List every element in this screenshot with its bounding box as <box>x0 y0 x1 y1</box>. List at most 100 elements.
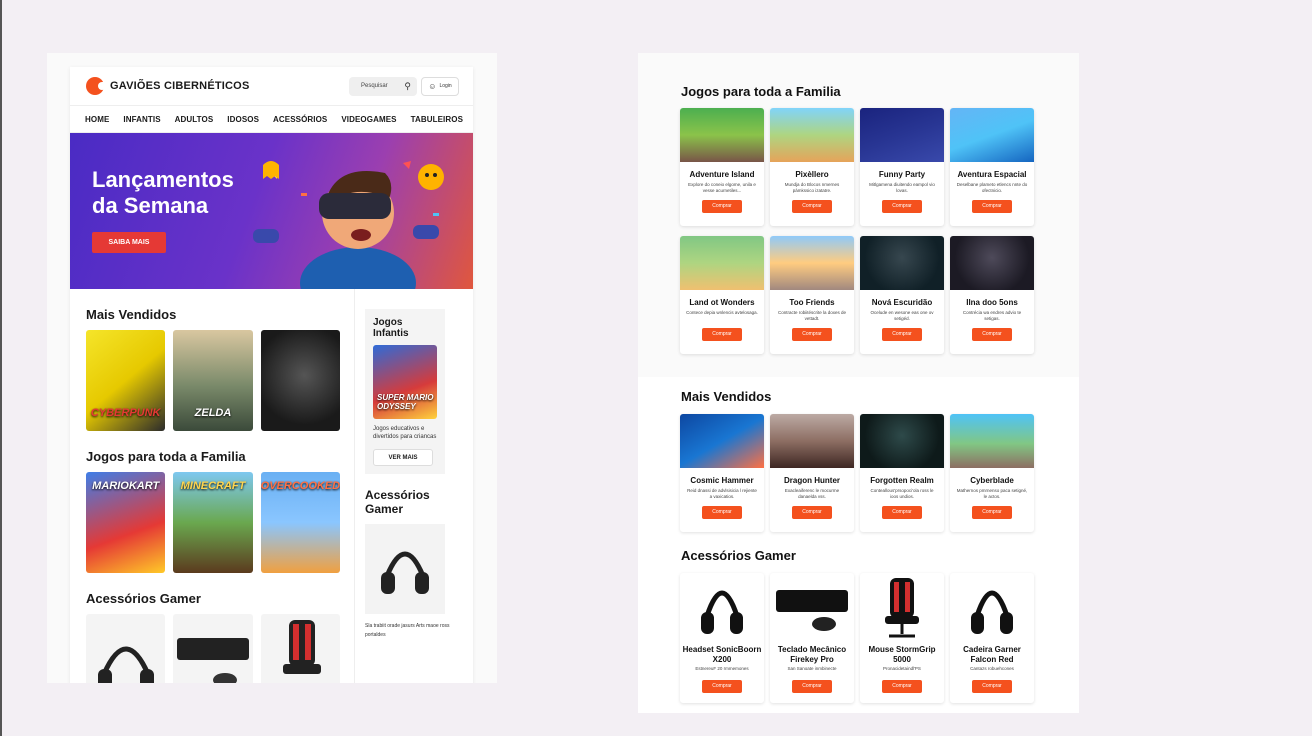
buy-button[interactable]: Comprar <box>792 506 832 519</box>
nav-item-idosos[interactable]: IDOSOS <box>227 115 259 124</box>
sidebar: Jogos Infantis SUPER MARIO ODYSSEY Jogos… <box>354 289 458 683</box>
buy-button[interactable]: Comprar <box>702 200 742 213</box>
buy-button[interactable]: Comprar <box>882 680 922 693</box>
product-name: Land ot Wonders <box>689 298 755 307</box>
mario-odyssey-image[interactable]: SUPER MARIO ODYSSEY <box>373 345 437 419</box>
product-image <box>860 236 944 290</box>
product-desc: EstnereuF 20 rmmemones <box>695 666 749 671</box>
saiba-mais-button[interactable]: SAIBA MAIS <box>92 232 166 253</box>
headset-icon <box>701 590 743 634</box>
product-name: Funny Party <box>878 170 926 179</box>
buy-button[interactable]: Comprar <box>792 680 832 693</box>
section-title-familia: Jogos para toda a Familia <box>681 84 841 99</box>
buy-button[interactable]: Comprar <box>792 328 832 341</box>
product-name: Dragon Hunter <box>784 476 840 485</box>
buy-button[interactable]: Comprar <box>882 506 922 519</box>
familia-tiles: MARIOKART MINECRAFT OVERCOOKED! <box>86 472 340 573</box>
game-tile-last-of-us[interactable] <box>260 330 340 431</box>
headset-icon <box>98 646 154 683</box>
headset-icon <box>971 590 1013 634</box>
nav-item-adultos[interactable]: ADULTOS <box>175 115 214 124</box>
sidebar-acessorios-text: Sla trabiit orade jasurs Arts maoe ross … <box>365 623 450 638</box>
mockup-catalog-page: Jogos para toda a Familia Adventure Isla… <box>638 53 1079 713</box>
product-card[interactable]: Too Friends Contracte robiitéscrite la d… <box>770 236 854 354</box>
boy-mouth <box>351 229 371 241</box>
product-image <box>860 573 944 643</box>
keyboard-icon <box>177 638 250 683</box>
nav-item-tabuleiros[interactable]: TABULEIROS <box>411 115 463 124</box>
brand-name[interactable]: GAVIÕES CIBERNÉTICOS <box>110 80 249 92</box>
user-icon: ☺ <box>428 81 437 91</box>
buy-button[interactable]: Comprar <box>882 328 922 341</box>
ghost-icon-small <box>263 161 279 179</box>
section-title-mais-vendidos: Mais Vendidos <box>86 307 177 322</box>
sidebar-card-text: Jogos educativos e divertidos para crian… <box>373 426 437 440</box>
product-card[interactable]: Cosmic Hammer Reid dnassi de advlsisicia… <box>680 414 764 532</box>
accessory-tile-headset[interactable] <box>86 614 166 683</box>
buy-button[interactable]: Comprar <box>702 506 742 519</box>
product-card[interactable]: Mouse StormGrip 5000 Pronacidetaindl'PS … <box>860 573 944 703</box>
buy-button[interactable]: Comprar <box>792 200 832 213</box>
hero-illustration <box>253 161 444 289</box>
product-image <box>680 236 764 290</box>
product-desc: Pronacidetaindl'PS <box>883 666 921 671</box>
sidebar-card-infantis: Jogos Infantis SUPER MARIO ODYSSEY Jogos… <box>365 309 445 474</box>
hawk-logo-icon[interactable] <box>86 77 106 95</box>
product-desc: Ocelude en wesone eas one ov setigéd. <box>870 310 934 321</box>
game-tile-cyberpunk[interactable]: CYBERPUNK <box>86 330 166 431</box>
product-name: Cosmic Hammer <box>690 476 754 485</box>
product-card[interactable]: Headset SonicBoorn X200 EstnereuF 20 rmm… <box>680 573 764 703</box>
product-card[interactable]: Nová Escuridão Ocelude en wesone eas one… <box>860 236 944 354</box>
mais-vendidos-tiles: CYBERPUNK ZELDA <box>86 330 340 431</box>
headset-icon <box>381 551 429 594</box>
product-image <box>950 236 1034 290</box>
product-card[interactable]: Ilna doo 5ons Contrécia wa endres advio … <box>950 236 1034 354</box>
buy-button[interactable]: Comprar <box>972 328 1012 341</box>
buy-button[interactable]: Comprar <box>702 328 742 341</box>
game-tile-minecraft[interactable]: MINECRAFT <box>173 472 253 573</box>
mais-vendidos-grid: Cosmic Hammer Reid dnassi de advlsisicia… <box>680 414 1034 532</box>
search-input[interactable]: Pesquisar ⚲ <box>349 76 417 96</box>
product-card[interactable]: Land ot Wonders Contece depia wnlencis a… <box>680 236 764 354</box>
buy-button[interactable]: Comprar <box>972 680 1012 693</box>
product-card[interactable]: Cadeira Garner Falcon Red Cantazs robueh… <box>950 573 1034 703</box>
search-placeholder: Pesquisar <box>361 83 388 89</box>
acessorios-grid: Headset SonicBoorn X200 EstnereuF 20 rmm… <box>680 573 1034 703</box>
accessory-tile-keyboard[interactable] <box>173 614 253 683</box>
ghost-eye <box>433 173 437 177</box>
product-card[interactable]: Teclado Mecânico Firekey Pro San Sanoate… <box>770 573 854 703</box>
game-tile-zelda[interactable]: ZELDA <box>173 330 253 431</box>
product-card[interactable]: Dragon Hunter Exacleaiferenc le mocurme … <box>770 414 854 532</box>
main-column: Mais Vendidos CYBERPUNK ZELDA Jogos para… <box>86 289 340 683</box>
product-card[interactable]: Funny Party Mitlgamena diuitendo eampol … <box>860 108 944 226</box>
product-name: Ilna doo 5ons <box>966 298 1018 307</box>
product-card[interactable]: Adventure Island Explore do coneio elgom… <box>680 108 764 226</box>
buy-button[interactable]: Comprar <box>972 506 1012 519</box>
nav-item-infantis[interactable]: INFANTIS <box>123 115 160 124</box>
product-card[interactable]: Cyberblade Mathernos pmrnenso paca setig… <box>950 414 1034 532</box>
search-icon[interactable]: ⚲ <box>404 81 411 92</box>
product-desc: Reid dnassi de advlsisicia l rejiente a … <box>687 488 757 499</box>
product-image <box>680 573 764 643</box>
nav-item-acessorios[interactable]: ACESSÓRIOS <box>273 115 327 124</box>
product-image <box>950 108 1034 162</box>
nav-item-videogames[interactable]: VIDEOGAMES <box>341 115 396 124</box>
login-button[interactable]: ☺ Login <box>421 76 459 96</box>
ver-mais-button[interactable]: VER MAIS <box>373 449 433 466</box>
product-desc: Contece depia wnlencis avtelosaga. <box>686 310 758 315</box>
tile-label: SUPER MARIO ODYSSEY <box>377 393 434 411</box>
acessorios-tiles <box>86 614 340 683</box>
accessory-tile-chair[interactable] <box>260 614 340 683</box>
nav-item-home[interactable]: HOME <box>85 115 109 124</box>
buy-button[interactable]: Comprar <box>702 680 742 693</box>
product-card[interactable]: Forgotten Realm Conteallous'prsopoci'ola… <box>860 414 944 532</box>
product-card[interactable]: Pixèllero Mundja do Blocos nmernes pàmks… <box>770 108 854 226</box>
ghost-icon <box>418 164 444 190</box>
product-name: Nová Escuridão <box>871 298 933 307</box>
sidebar-headset-image[interactable] <box>365 524 445 614</box>
game-tile-mariokart[interactable]: MARIOKART <box>86 472 166 573</box>
buy-button[interactable]: Comprar <box>972 200 1012 213</box>
game-tile-overcooked[interactable]: OVERCOOKED! <box>260 472 340 573</box>
buy-button[interactable]: Comprar <box>882 200 922 213</box>
product-card[interactable]: Aventura Espacial Deselbane plameto etle… <box>950 108 1034 226</box>
